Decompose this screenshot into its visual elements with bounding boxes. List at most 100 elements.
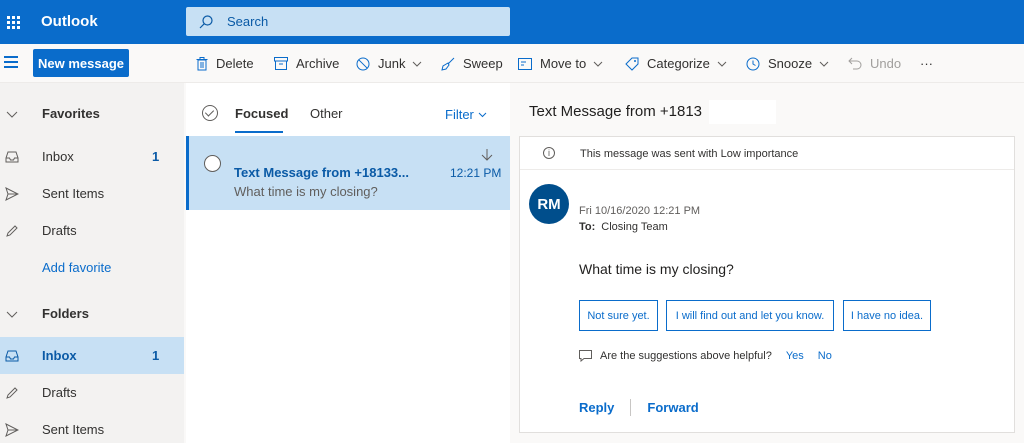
feedback-question: Are the suggestions above helpful? [600,350,772,362]
chevron-down-icon [478,112,487,117]
favorites-header[interactable]: Favorites [0,95,184,132]
comment-icon [579,350,592,362]
forward-button[interactable]: Forward [647,400,698,415]
undo-label: Undo [870,56,902,71]
sweep-label: Sweep [463,56,503,71]
recipient-name[interactable]: Closing Team [601,221,667,233]
categorize-label: Categorize [647,56,710,71]
message-date: Fri 10/16/2020 12:21 PM [579,205,701,217]
suggested-reply-button[interactable]: Not sure yet. [579,300,658,331]
move-to-label: Move to [540,56,587,71]
suggested-reply-button[interactable]: I have no idea. [843,300,931,331]
pencil-icon [6,387,18,399]
undo-icon [848,57,862,70]
hamburger-menu-icon[interactable] [4,56,18,68]
filter-button[interactable]: Filter [445,107,487,122]
chevron-down-icon [593,61,603,67]
tab-other[interactable]: Other [310,106,343,121]
message-preview: What time is my closing? [234,184,378,199]
archive-icon [274,57,288,70]
junk-button[interactable]: Junk [356,44,422,83]
feedback-no-link[interactable]: No [818,350,832,362]
message-body: What time is my closing? [579,261,734,277]
message-subject: Text Message from +1813 [529,103,703,120]
active-tab-indicator [235,131,283,133]
favorites-item-drafts[interactable]: Drafts [0,212,184,249]
importance-note: This message was sent with Low importanc… [580,148,799,160]
folders-header[interactable]: Folders [0,295,184,332]
move-folder-icon [518,57,532,70]
more-actions-button[interactable]: ··· [920,44,933,83]
trash-icon [196,56,208,70]
app-launcher-icon[interactable] [0,0,26,44]
folder-item-label: Inbox [42,348,77,363]
send-icon [5,187,19,201]
snooze-button[interactable]: Snooze [746,44,829,83]
importance-banner: i This message was sent with Low importa… [520,137,1014,170]
categorize-button[interactable]: Categorize [625,44,727,83]
clock-icon [746,57,760,70]
unread-count: 1 [152,348,160,363]
folder-item-label: Drafts [42,385,77,400]
folder-item-label: Sent Items [42,422,105,437]
suggested-reply-button[interactable]: I will find out and let you know. [666,300,834,331]
delete-button[interactable]: Delete [196,44,254,83]
favorites-item-sent-items[interactable]: Sent Items [0,175,184,212]
sweep-button[interactable]: Sweep [441,44,503,83]
folder-item-drafts[interactable]: Drafts [0,374,184,411]
new-message-button[interactable]: New message [33,49,129,77]
block-icon [356,57,370,70]
unread-count: 1 [152,149,160,164]
message-time: 12:21 PM [450,166,502,180]
avatar[interactable]: RM [529,184,569,224]
favorites-item-inbox[interactable]: Inbox 1 [0,138,184,175]
divider [630,399,632,416]
list-item[interactable]: Text Message from +18133... What time is… [186,136,510,210]
search-input[interactable]: Search [186,7,510,36]
chevron-down-icon [6,311,18,318]
favorites-label: Favorites [42,106,100,121]
reply-button[interactable]: Reply [579,400,614,415]
message-list-header: Focused Other Filter [186,83,510,136]
folder-pane: Favorites Inbox 1 Sent Items Drafts Add … [0,83,184,443]
reading-pane: Text Message from +1813 i This message w… [510,83,1024,443]
folders-label: Folders [42,306,89,321]
message-sender: Text Message from +18133... [234,165,409,180]
redacted-block [709,100,776,124]
tab-focused[interactable]: Focused [235,106,288,121]
folder-item-inbox[interactable]: Inbox 1 [0,337,184,374]
delete-label: Delete [216,56,254,71]
select-all-checkbox[interactable] [202,105,218,121]
info-icon: i [543,147,555,159]
favorites-item-label: Inbox [42,149,74,164]
favorites-item-label: Drafts [42,223,77,238]
send-icon [5,423,19,437]
reply-actions: Reply Forward [579,399,699,416]
command-bar: New message Delete Archive Junk Sweep Mo… [0,44,1024,83]
add-favorite-link[interactable]: Add favorite [0,249,184,286]
search-icon [199,14,213,28]
recipient-line: To: Closing Team [579,221,668,233]
undo-button[interactable]: Undo [848,44,901,83]
folder-item-sent-items[interactable]: Sent Items [0,411,184,443]
move-to-button[interactable]: Move to [518,44,603,83]
junk-label: Junk [378,56,406,71]
chevron-down-icon [413,61,422,67]
add-favorite-label: Add favorite [42,260,112,275]
select-message-checkbox[interactable] [204,155,221,172]
archive-label: Archive [296,56,340,71]
feedback-yes-link[interactable]: Yes [786,350,804,362]
low-importance-icon [481,149,493,161]
chevron-down-icon [6,111,18,118]
suggestion-feedback: Are the suggestions above helpful? Yes N… [579,350,832,362]
app-brand[interactable]: Outlook [41,0,98,44]
pencil-icon [6,225,18,237]
chevron-down-icon [819,61,829,67]
message-card: i This message was sent with Low importa… [519,136,1015,433]
snooze-label: Snooze [768,56,813,71]
archive-button[interactable]: Archive [274,44,339,83]
to-label: To: [579,221,596,233]
inbox-icon [5,151,19,163]
broom-icon [441,57,455,71]
filter-label: Filter [445,107,474,122]
